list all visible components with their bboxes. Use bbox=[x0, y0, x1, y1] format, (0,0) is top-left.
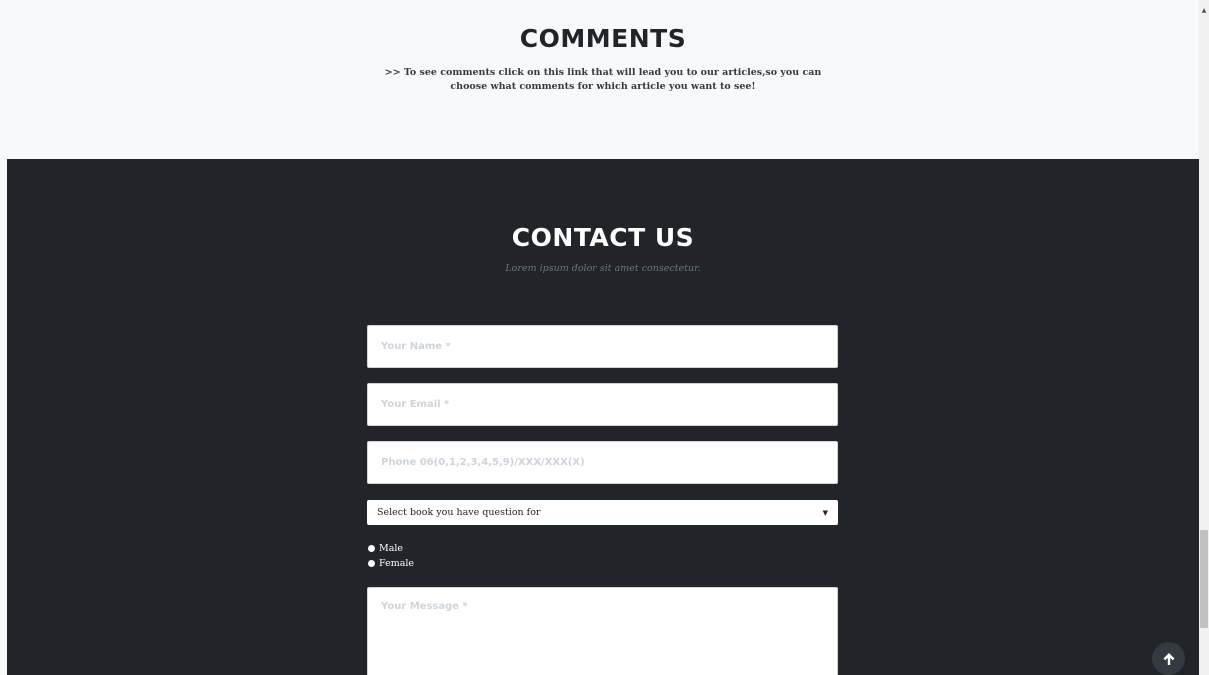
gender-label-male: Male bbox=[379, 543, 404, 554]
comments-title: COMMENTS bbox=[519, 24, 687, 53]
scroll-up-arrow-icon[interactable]: ▲ bbox=[1199, 8, 1209, 14]
gender-radio-female[interactable]: Female bbox=[368, 558, 414, 569]
gender-label-female: Female bbox=[379, 558, 415, 569]
arrow-up-icon bbox=[1163, 652, 1174, 665]
phone-input[interactable] bbox=[367, 441, 838, 484]
contact-title: CONTACT US bbox=[511, 223, 695, 252]
comments-section: COMMENTS >> To see comments click on thi… bbox=[7, 10, 1199, 159]
comments-link-text[interactable]: >> To see comments click on this link th… bbox=[367, 66, 839, 94]
back-to-top-button[interactable] bbox=[1152, 642, 1185, 675]
scrollbar-thumb[interactable] bbox=[1200, 530, 1208, 628]
name-input[interactable] bbox=[367, 325, 838, 368]
contact-section: CONTACT US Lorem ipsum dolor sit amet co… bbox=[7, 159, 1199, 675]
message-textarea[interactable] bbox=[367, 587, 838, 675]
email-input[interactable] bbox=[367, 383, 838, 426]
book-select[interactable]: Select book you have question for ▼ bbox=[367, 500, 838, 525]
radio-dot-icon bbox=[368, 545, 375, 552]
page-viewport: COMMENTS >> To see comments click on thi… bbox=[7, 10, 1199, 675]
book-select-value: Select book you have question for bbox=[377, 507, 541, 518]
gender-radio-male[interactable]: Male bbox=[368, 543, 403, 554]
page-scrollbar[interactable]: ▲ bbox=[1199, 0, 1209, 675]
radio-dot-icon bbox=[368, 560, 375, 567]
caret-down-icon: ▼ bbox=[822, 508, 828, 517]
contact-subheading: Lorem ipsum dolor sit amet consectetur. bbox=[505, 263, 701, 274]
